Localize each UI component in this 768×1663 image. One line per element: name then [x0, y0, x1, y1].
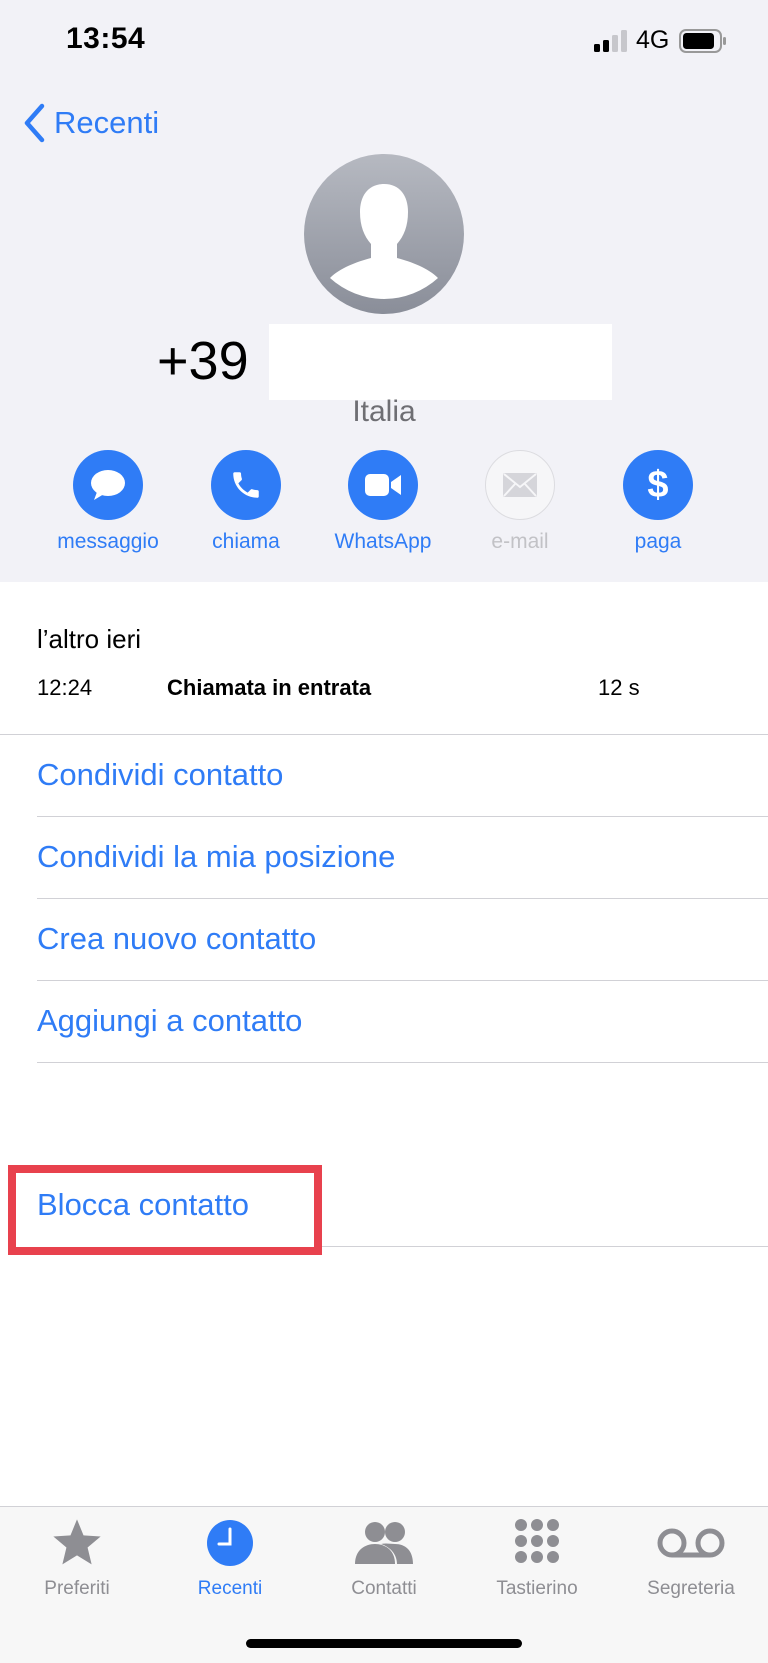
- envelope-icon: [485, 450, 555, 520]
- whatsapp-label: WhatsApp: [334, 530, 432, 553]
- create-contact-option[interactable]: Crea nuovo contatto: [37, 921, 316, 957]
- phone-icon: [211, 450, 281, 520]
- email-action[interactable]: e-mail: [455, 450, 585, 554]
- call-label: chiama: [212, 530, 280, 553]
- tab-label: Recenti: [197, 1578, 263, 1599]
- pay-label: paga: [634, 530, 682, 553]
- person-silhouette-icon: [330, 184, 438, 299]
- contact-number: +39: [157, 331, 249, 391]
- tab-label: Preferiti: [44, 1578, 110, 1599]
- status-time: 13:54: [66, 22, 146, 55]
- tab-preferiti[interactable]: Preferiti: [0, 1514, 154, 1600]
- video-camera-icon: [348, 450, 418, 520]
- divider: [37, 898, 768, 899]
- tab-tastierino[interactable]: Tastierino: [460, 1514, 614, 1600]
- tab-segreteria[interactable]: Segreteria: [614, 1514, 768, 1600]
- back-label: Recenti: [54, 105, 160, 140]
- star-icon: [0, 1514, 154, 1572]
- contact-avatar: [304, 154, 464, 314]
- tab-label: Contatti: [351, 1578, 417, 1599]
- divider: [37, 980, 768, 981]
- voicemail-icon: [614, 1514, 768, 1572]
- network-type: 4G: [636, 26, 670, 54]
- add-to-contact-option[interactable]: Aggiungi a contatto: [37, 1003, 302, 1039]
- keypad-icon: [460, 1514, 614, 1572]
- divider: [37, 816, 768, 817]
- tab-recenti[interactable]: Recenti: [153, 1514, 307, 1600]
- contact-country: Italia: [352, 395, 416, 428]
- battery-icon: [679, 29, 726, 53]
- tab-label: Segreteria: [647, 1578, 735, 1599]
- share-location-option[interactable]: Condividi la mia posizione: [37, 839, 395, 875]
- signal-icon: [594, 30, 628, 52]
- pay-action[interactable]: $ paga: [593, 450, 723, 554]
- divider: [0, 734, 768, 735]
- tab-contatti[interactable]: Contatti: [307, 1514, 461, 1600]
- highlight-box: [8, 1165, 322, 1255]
- call-duration: 12 s: [598, 675, 640, 700]
- call-action[interactable]: chiama: [181, 450, 311, 554]
- whatsapp-action[interactable]: WhatsApp: [318, 450, 448, 554]
- dollar-icon: $: [623, 450, 693, 520]
- call-date-label: l’altro ieri: [37, 624, 142, 654]
- message-bubble-icon: [73, 450, 143, 520]
- divider: [37, 1062, 768, 1063]
- chevron-left-icon: [24, 103, 45, 143]
- contacts-icon: [307, 1514, 461, 1572]
- share-contact-option[interactable]: Condividi contatto: [37, 757, 283, 793]
- clock-icon: [153, 1514, 307, 1572]
- divider: [322, 1246, 768, 1247]
- message-label: messaggio: [57, 530, 159, 553]
- call-time: 12:24: [37, 675, 93, 700]
- redacted-number: [269, 324, 612, 400]
- home-indicator[interactable]: [246, 1639, 522, 1648]
- email-label: e-mail: [491, 530, 549, 553]
- message-action[interactable]: messaggio: [43, 450, 173, 554]
- back-button[interactable]: Recenti: [22, 100, 159, 146]
- tab-label: Tastierino: [496, 1578, 578, 1599]
- call-type: Chiamata in entrata: [167, 675, 372, 700]
